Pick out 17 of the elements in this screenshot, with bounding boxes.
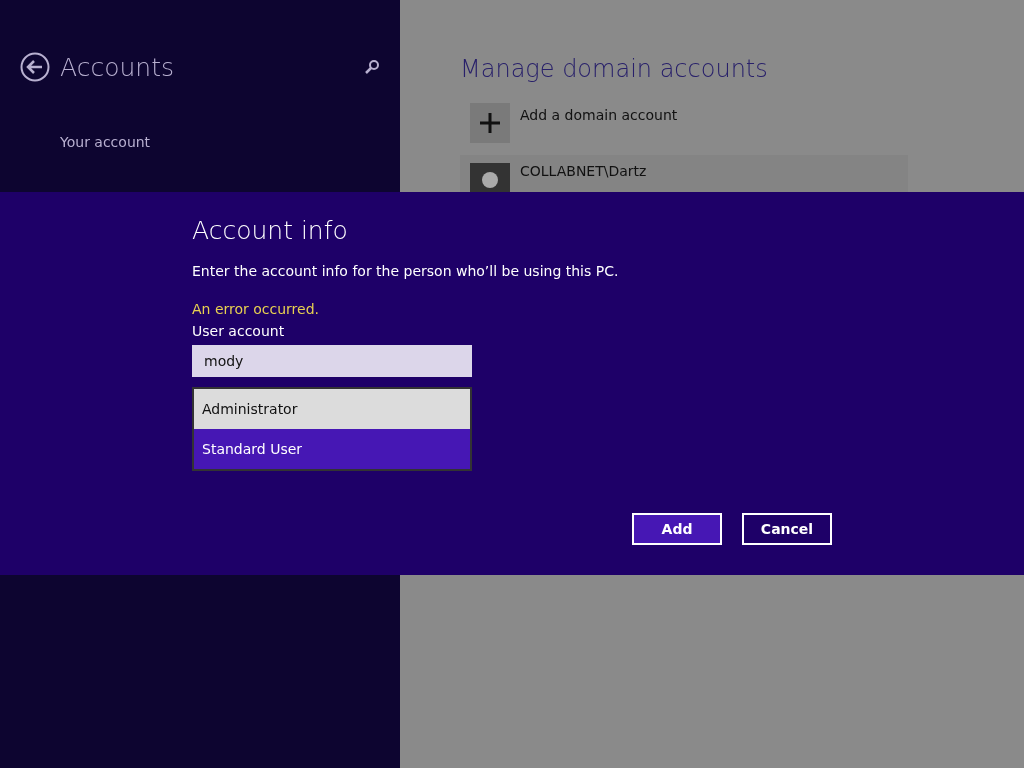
user-account-field[interactable]: mody: [192, 345, 472, 377]
dialog-description: Enter the account info for the person who’ll be using this PC.: [192, 263, 620, 279]
dialog-title: Account info: [192, 216, 349, 245]
section-title: Manage domain accounts: [460, 55, 769, 83]
add-button[interactable]: Add: [632, 513, 722, 545]
list-option[interactable]: Standard User: [194, 429, 470, 469]
account-name: COLLABNET\Dartz: [520, 163, 647, 181]
cancel-button[interactable]: Cancel: [742, 513, 832, 545]
back-icon[interactable]: [20, 52, 50, 82]
plus-icon: [479, 112, 501, 134]
page-title: Accounts: [60, 52, 175, 82]
sidebar-item[interactable]: Your account: [60, 134, 151, 150]
error-message: An error occurred.: [192, 301, 320, 317]
field-label: User account: [192, 323, 286, 339]
search-icon[interactable]: [364, 59, 380, 75]
add-button[interactable]: [470, 103, 510, 143]
add-account-label[interactable]: Add a domain account: [520, 107, 678, 123]
